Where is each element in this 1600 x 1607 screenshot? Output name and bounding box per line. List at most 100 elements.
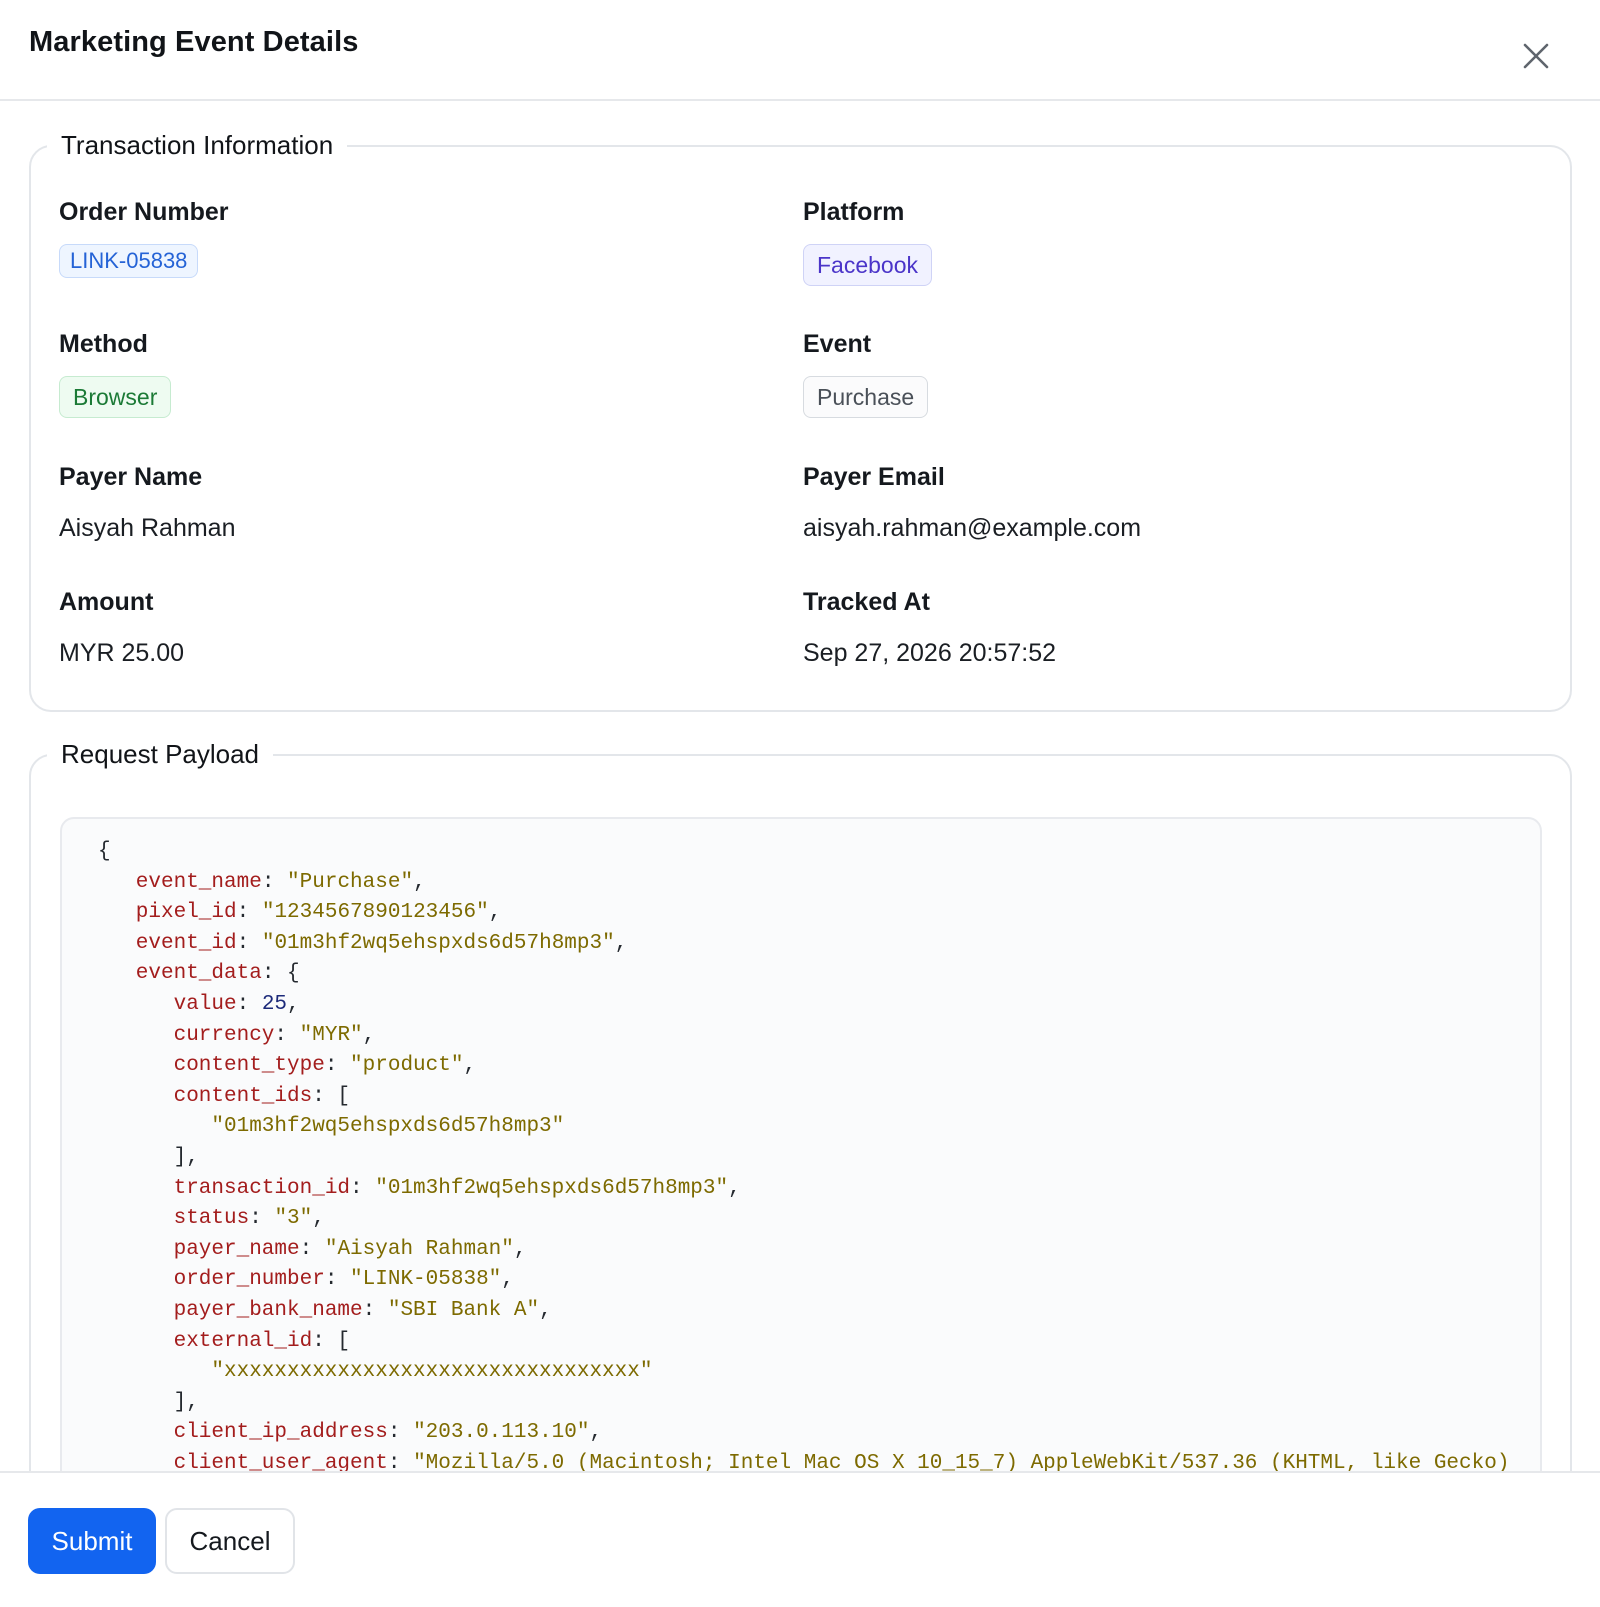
- json-key: currency: [173, 1023, 275, 1047]
- json-punctuation: ,: [488, 901, 502, 925]
- json-string: "xxxxxxxxxxxxxxxxxxxxxxxxxxxxxxxxx": [211, 1360, 653, 1384]
- json-punctuation: ,: [539, 1298, 552, 1322]
- json-punctuation: ],: [173, 1390, 199, 1414]
- code-line: client_ip_address: "203.0.113.10",: [98, 1418, 1509, 1449]
- json-punctuation: ,: [312, 1207, 325, 1231]
- json-punctuation: ,: [362, 1023, 376, 1047]
- json-string: "01m3hf2wq5ehspxds6d57h8mp3": [375, 1176, 729, 1200]
- json-key: payer_name: [173, 1237, 300, 1261]
- event-tag: Purchase: [803, 376, 929, 418]
- payer-name-field: Payer Name Aisyah Rahman: [59, 462, 235, 543]
- json-string: "Mozilla/5.0 (Macintosh; Intel Mac OS X …: [413, 1451, 1510, 1471]
- event-field: Event Purchase: [803, 329, 929, 418]
- json-punctuation: :: [249, 1207, 275, 1231]
- json-punctuation: :: [387, 1421, 414, 1445]
- json-number: 25: [261, 992, 288, 1016]
- cancel-button[interactable]: Cancel: [165, 1508, 295, 1574]
- code-line: {: [98, 837, 1509, 868]
- json-punctuation: ,: [728, 1176, 741, 1200]
- json-string: "01m3hf2wq5ehspxds6d57h8mp3": [211, 1115, 565, 1139]
- event-label: Event: [803, 330, 872, 358]
- code-line: client_user_agent: "Mozilla/5.0 (Macinto…: [98, 1449, 1510, 1471]
- code-line: status: "3",: [98, 1204, 1509, 1235]
- json-punctuation: : [: [312, 1084, 351, 1108]
- json-key: external_id: [173, 1329, 313, 1353]
- json-string: "1234567890123456": [261, 901, 489, 925]
- json-key: order_number: [173, 1268, 325, 1292]
- method-field: Method Browser: [59, 329, 172, 418]
- json-punctuation: :: [261, 870, 288, 894]
- code-line: order_number: "LINK-05838",: [98, 1265, 1509, 1296]
- modal-header: Marketing Event Details: [0, 0, 1600, 101]
- section-legend: Transaction Information: [47, 127, 348, 163]
- order-number-tag: LINK-05838: [59, 244, 199, 278]
- payer-email-value: aisyah.rahman@example.com: [803, 514, 1142, 542]
- json-punctuation: ,: [589, 1421, 603, 1445]
- code-line: value: 25,: [98, 990, 1509, 1021]
- order-number-field: Order Number LINK-05838: [59, 197, 228, 278]
- json-string: "Aisyah Rahman": [324, 1237, 514, 1261]
- payer-name-value: Aisyah Rahman: [59, 514, 236, 542]
- code-line: ],: [98, 1143, 1509, 1174]
- json-key: event_name: [135, 870, 262, 894]
- tracked-at-value: Sep 27, 2026 20:57:52: [803, 639, 1057, 667]
- method-label: Method: [59, 330, 148, 358]
- code-line: "xxxxxxxxxxxxxxxxxxxxxxxxxxxxxxxxx": [98, 1357, 1509, 1388]
- amount-value: MYR 25.00: [59, 639, 185, 667]
- json-punctuation: ],: [173, 1145, 199, 1169]
- transaction-information-section: Transaction Information Order Number LIN…: [29, 127, 1572, 712]
- close-button[interactable]: [1516, 36, 1556, 76]
- json-punctuation: :: [236, 931, 262, 955]
- payer-email-field: Payer Email aisyah.rahman@example.com: [803, 462, 1141, 543]
- json-punctuation: {: [98, 840, 111, 863]
- json-string: "SBI Bank A": [387, 1298, 540, 1322]
- platform-field: Platform Facebook: [803, 197, 933, 286]
- json-string: "MYR": [299, 1023, 363, 1047]
- code-line: "01m3hf2wq5ehspxds6d57h8mp3": [98, 1112, 1509, 1143]
- json-punctuation: :: [236, 901, 262, 925]
- order-number-label: Order Number: [59, 198, 229, 226]
- json-punctuation: :: [274, 1023, 300, 1047]
- json-string: "3": [274, 1207, 313, 1231]
- code-line: payer_name: "Aisyah Rahman",: [98, 1235, 1509, 1266]
- json-punctuation: : {: [261, 962, 300, 986]
- json-string: "01m3hf2wq5ehspxds6d57h8mp3": [261, 931, 615, 955]
- json-string: "product": [350, 1054, 464, 1078]
- json-key: transaction_id: [173, 1176, 351, 1200]
- json-punctuation: :: [362, 1298, 388, 1322]
- json-key: payer_bank_name: [173, 1298, 363, 1322]
- code-line: content_ids: [: [98, 1082, 1509, 1113]
- json-punctuation: ,: [287, 992, 300, 1016]
- json-punctuation: ,: [513, 1237, 527, 1261]
- json-key: event_id: [135, 931, 237, 955]
- payload-json: {event_name: "Purchase", pixel_id: "12345…: [98, 837, 1509, 1471]
- json-punctuation: :: [350, 1176, 376, 1200]
- section-legend: Request Payload: [47, 736, 274, 772]
- json-punctuation: : [: [312, 1329, 351, 1353]
- method-tag: Browser: [59, 376, 172, 418]
- json-key: value: [173, 992, 237, 1016]
- tracked-at-field: Tracked At Sep 27, 2026 20:57:52: [803, 587, 1056, 668]
- json-key: client_user_agent: [173, 1451, 388, 1471]
- payer-name-label: Payer Name: [59, 463, 203, 491]
- json-punctuation: :: [299, 1237, 325, 1261]
- tracked-at-label: Tracked At: [803, 588, 930, 616]
- json-punctuation: :: [387, 1451, 414, 1471]
- code-line: payer_bank_name: "SBI Bank A",: [98, 1296, 1509, 1327]
- code-line: external_id: [: [98, 1327, 1509, 1358]
- modal-body[interactable]: Transaction Information Order Number LIN…: [0, 101, 1600, 1471]
- code-line: transaction_id: "01m3hf2wq5ehspxds6d57h8…: [98, 1174, 1509, 1205]
- json-punctuation: ,: [501, 1268, 514, 1292]
- payload-code-block[interactable]: {event_name: "Purchase", pixel_id: "12345…: [60, 817, 1542, 1471]
- submit-button[interactable]: Submit: [28, 1508, 156, 1574]
- json-key: pixel_id: [135, 901, 237, 925]
- json-punctuation: :: [324, 1268, 351, 1292]
- code-line: event_data: {: [98, 959, 1509, 990]
- code-line: pixel_id: "1234567890123456",: [98, 898, 1509, 929]
- code-line: content_type: "product",: [98, 1051, 1509, 1082]
- json-punctuation: :: [324, 1054, 351, 1078]
- json-punctuation: ,: [463, 1054, 477, 1078]
- json-key: status: [173, 1207, 250, 1231]
- json-string: "Purchase": [287, 870, 414, 894]
- modal-title: Marketing Event Details: [29, 26, 359, 58]
